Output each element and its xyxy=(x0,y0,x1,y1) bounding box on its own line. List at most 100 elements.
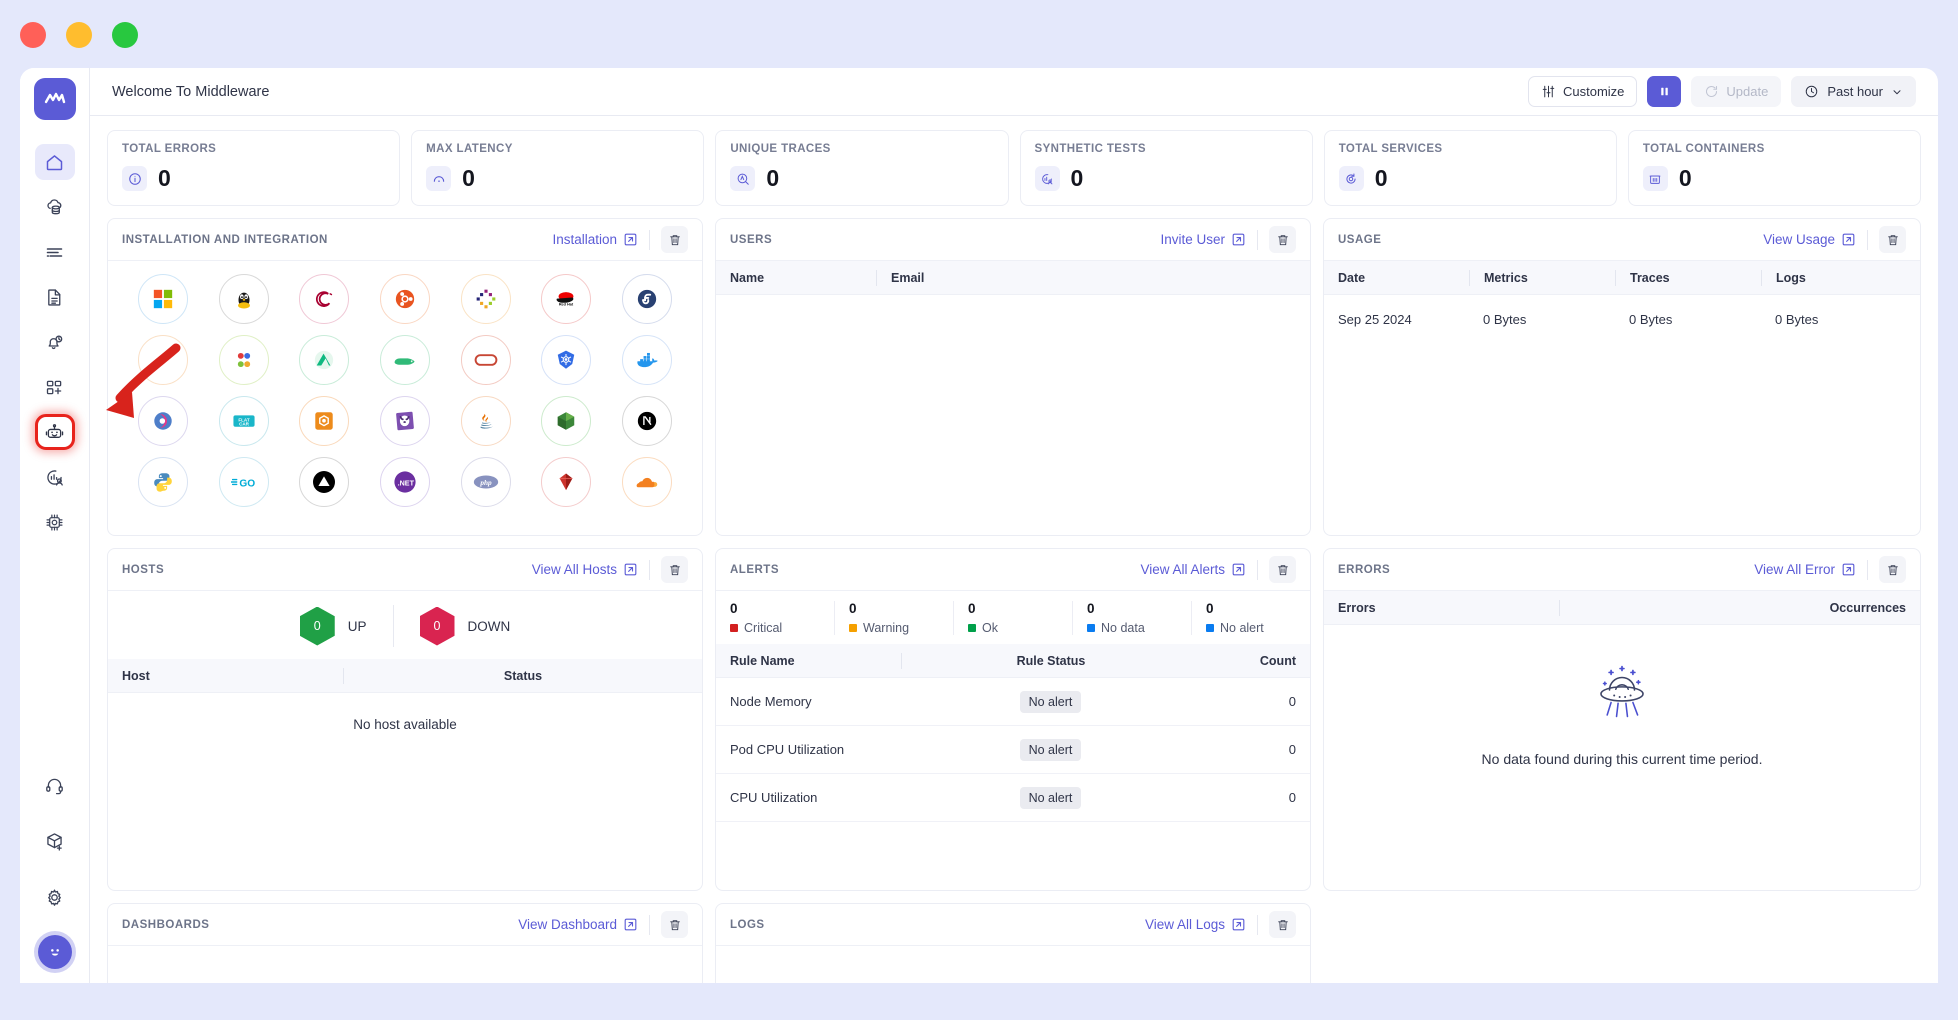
hosts-panel: HOSTS View All Hosts xyxy=(107,548,703,891)
sidebar-item-synthetic-monitoring[interactable] xyxy=(35,459,75,495)
integration-nodejs[interactable] xyxy=(541,396,591,446)
stats-row: TOTAL ERRORS 0 MAX LATENCY xyxy=(107,130,1921,206)
status-dot xyxy=(730,624,738,632)
integration-java[interactable] xyxy=(461,396,511,446)
integration-puppy-linux[interactable] xyxy=(380,396,430,446)
integration-linux[interactable] xyxy=(219,274,269,324)
column-header-rule-status: Rule Status xyxy=(902,654,1200,668)
sidebar-item-settings-chip[interactable] xyxy=(35,504,75,540)
integration-windows[interactable] xyxy=(138,274,188,324)
view-usage-label: View Usage xyxy=(1763,232,1835,247)
usage-logs: 0 Bytes xyxy=(1761,312,1832,327)
integration-nextjs[interactable] xyxy=(622,396,672,446)
minimize-window-button[interactable] xyxy=(66,22,92,48)
alert-rule-name: Node Memory xyxy=(716,694,901,709)
integration-centos[interactable] xyxy=(461,274,511,324)
table-row[interactable]: Pod CPU UtilizationNo alert0 xyxy=(716,726,1310,774)
delete-hosts-panel-button[interactable] xyxy=(661,556,688,583)
svg-text:GO: GO xyxy=(239,478,255,489)
alert-count: 0 xyxy=(1206,601,1296,616)
view-all-hosts-link[interactable]: View All Hosts xyxy=(532,562,638,577)
delete-installation-panel-button[interactable] xyxy=(661,226,688,253)
stat-value: 0 xyxy=(1679,167,1692,190)
profile-avatar[interactable] xyxy=(38,935,72,969)
invite-user-label: Invite User xyxy=(1160,232,1225,247)
trash-icon xyxy=(668,563,682,577)
sidebar-item-home[interactable] xyxy=(35,144,75,180)
sidebar-item-support[interactable] xyxy=(35,767,75,803)
integration-opensuse[interactable] xyxy=(219,335,269,385)
update-button[interactable]: Update xyxy=(1691,76,1781,107)
view-all-alerts-link[interactable]: View All Alerts xyxy=(1140,562,1246,577)
panels-row-3: DASHBOARDS View Dashboard xyxy=(107,903,1921,983)
integration-vercel[interactable] xyxy=(299,457,349,507)
integration-flatcar[interactable]: FLATCAR xyxy=(219,396,269,446)
integration-suse[interactable] xyxy=(380,335,430,385)
sidebar-item-alerts[interactable] xyxy=(35,324,75,360)
sidebar-item-ai-assistant[interactable] xyxy=(35,414,75,450)
integration-dotnet[interactable]: .NET xyxy=(380,457,430,507)
alert-summary-warning: 0Warning xyxy=(835,601,954,635)
sidebar-item-infrastructure[interactable] xyxy=(35,189,75,225)
panel-title: USERS xyxy=(730,234,772,246)
sidebar-item-add-integration[interactable] xyxy=(35,823,75,859)
integration-amazon-linux[interactable] xyxy=(299,396,349,446)
logs-list-icon xyxy=(44,242,65,263)
integration-debian[interactable] xyxy=(299,274,349,324)
stat-value: 0 xyxy=(462,167,475,190)
alert-summary-no-alert: 0 No alert xyxy=(1192,601,1310,635)
delete-alerts-panel-button[interactable] xyxy=(1269,556,1296,583)
middleware-logo[interactable] xyxy=(34,78,76,120)
column-header-rule-name: Rule Name xyxy=(716,654,901,668)
alert-status-label: No alert xyxy=(1220,621,1264,635)
invite-user-link[interactable]: Invite User xyxy=(1160,232,1246,247)
delete-dashboards-panel-button[interactable] xyxy=(661,911,688,938)
panel-title: ERRORS xyxy=(1338,564,1390,576)
sidebar-item-widgets[interactable] xyxy=(35,369,75,405)
integration-cloudflare[interactable] xyxy=(622,457,672,507)
view-all-logs-link[interactable]: View All Logs xyxy=(1145,917,1246,932)
sidebar-item-documents[interactable] xyxy=(35,279,75,315)
integration-ubuntu[interactable] xyxy=(380,274,430,324)
table-row[interactable]: Node MemoryNo alert0 xyxy=(716,678,1310,726)
hosts-table-header: Host Status xyxy=(108,659,702,693)
delete-logs-panel-button[interactable] xyxy=(1269,911,1296,938)
sidebar-item-logs[interactable] xyxy=(35,234,75,270)
avatar-icon xyxy=(45,942,65,962)
integration-apache[interactable] xyxy=(138,335,188,385)
integration-fedora[interactable] xyxy=(622,274,672,324)
view-all-errors-link[interactable]: View All Error xyxy=(1754,562,1856,577)
time-range-selector[interactable]: Past hour xyxy=(1791,76,1916,107)
integration-python[interactable] xyxy=(138,457,188,507)
view-usage-link[interactable]: View Usage xyxy=(1763,232,1856,247)
delete-users-panel-button[interactable] xyxy=(1269,226,1296,253)
customize-label: Customize xyxy=(1563,84,1624,99)
integration-golang[interactable]: GO xyxy=(219,457,269,507)
stat-value: 0 xyxy=(158,167,171,190)
integration-docker[interactable] xyxy=(622,335,672,385)
integration-oracle[interactable] xyxy=(461,335,511,385)
integration-php[interactable]: php xyxy=(461,457,511,507)
integration-ruby[interactable] xyxy=(541,457,591,507)
view-dashboard-link[interactable]: View Dashboard xyxy=(518,917,638,932)
column-header-host: Host xyxy=(108,669,343,683)
left-sidebar xyxy=(20,68,90,983)
integration-redhat[interactable]: Red Hat xyxy=(541,274,591,324)
customize-button[interactable]: Customize xyxy=(1528,76,1637,107)
integration-deepin[interactable] xyxy=(138,396,188,446)
alert-count: 0 xyxy=(968,601,1058,616)
users-table-body xyxy=(716,295,1310,535)
delete-errors-panel-button[interactable] xyxy=(1879,556,1906,583)
installation-link[interactable]: Installation xyxy=(552,232,638,247)
delete-usage-panel-button[interactable] xyxy=(1879,226,1906,253)
maximize-window-button[interactable] xyxy=(112,22,138,48)
info-circle-icon xyxy=(122,166,147,191)
stat-value: 0 xyxy=(1375,167,1388,190)
integration-rocky-linux[interactable] xyxy=(299,335,349,385)
ufo-icon xyxy=(1583,651,1661,729)
close-window-button[interactable] xyxy=(20,22,46,48)
table-row[interactable]: CPU UtilizationNo alert0 xyxy=(716,774,1310,822)
pause-button[interactable] xyxy=(1647,76,1681,107)
integration-kubernetes[interactable] xyxy=(541,335,591,385)
sidebar-item-settings[interactable] xyxy=(35,879,75,915)
